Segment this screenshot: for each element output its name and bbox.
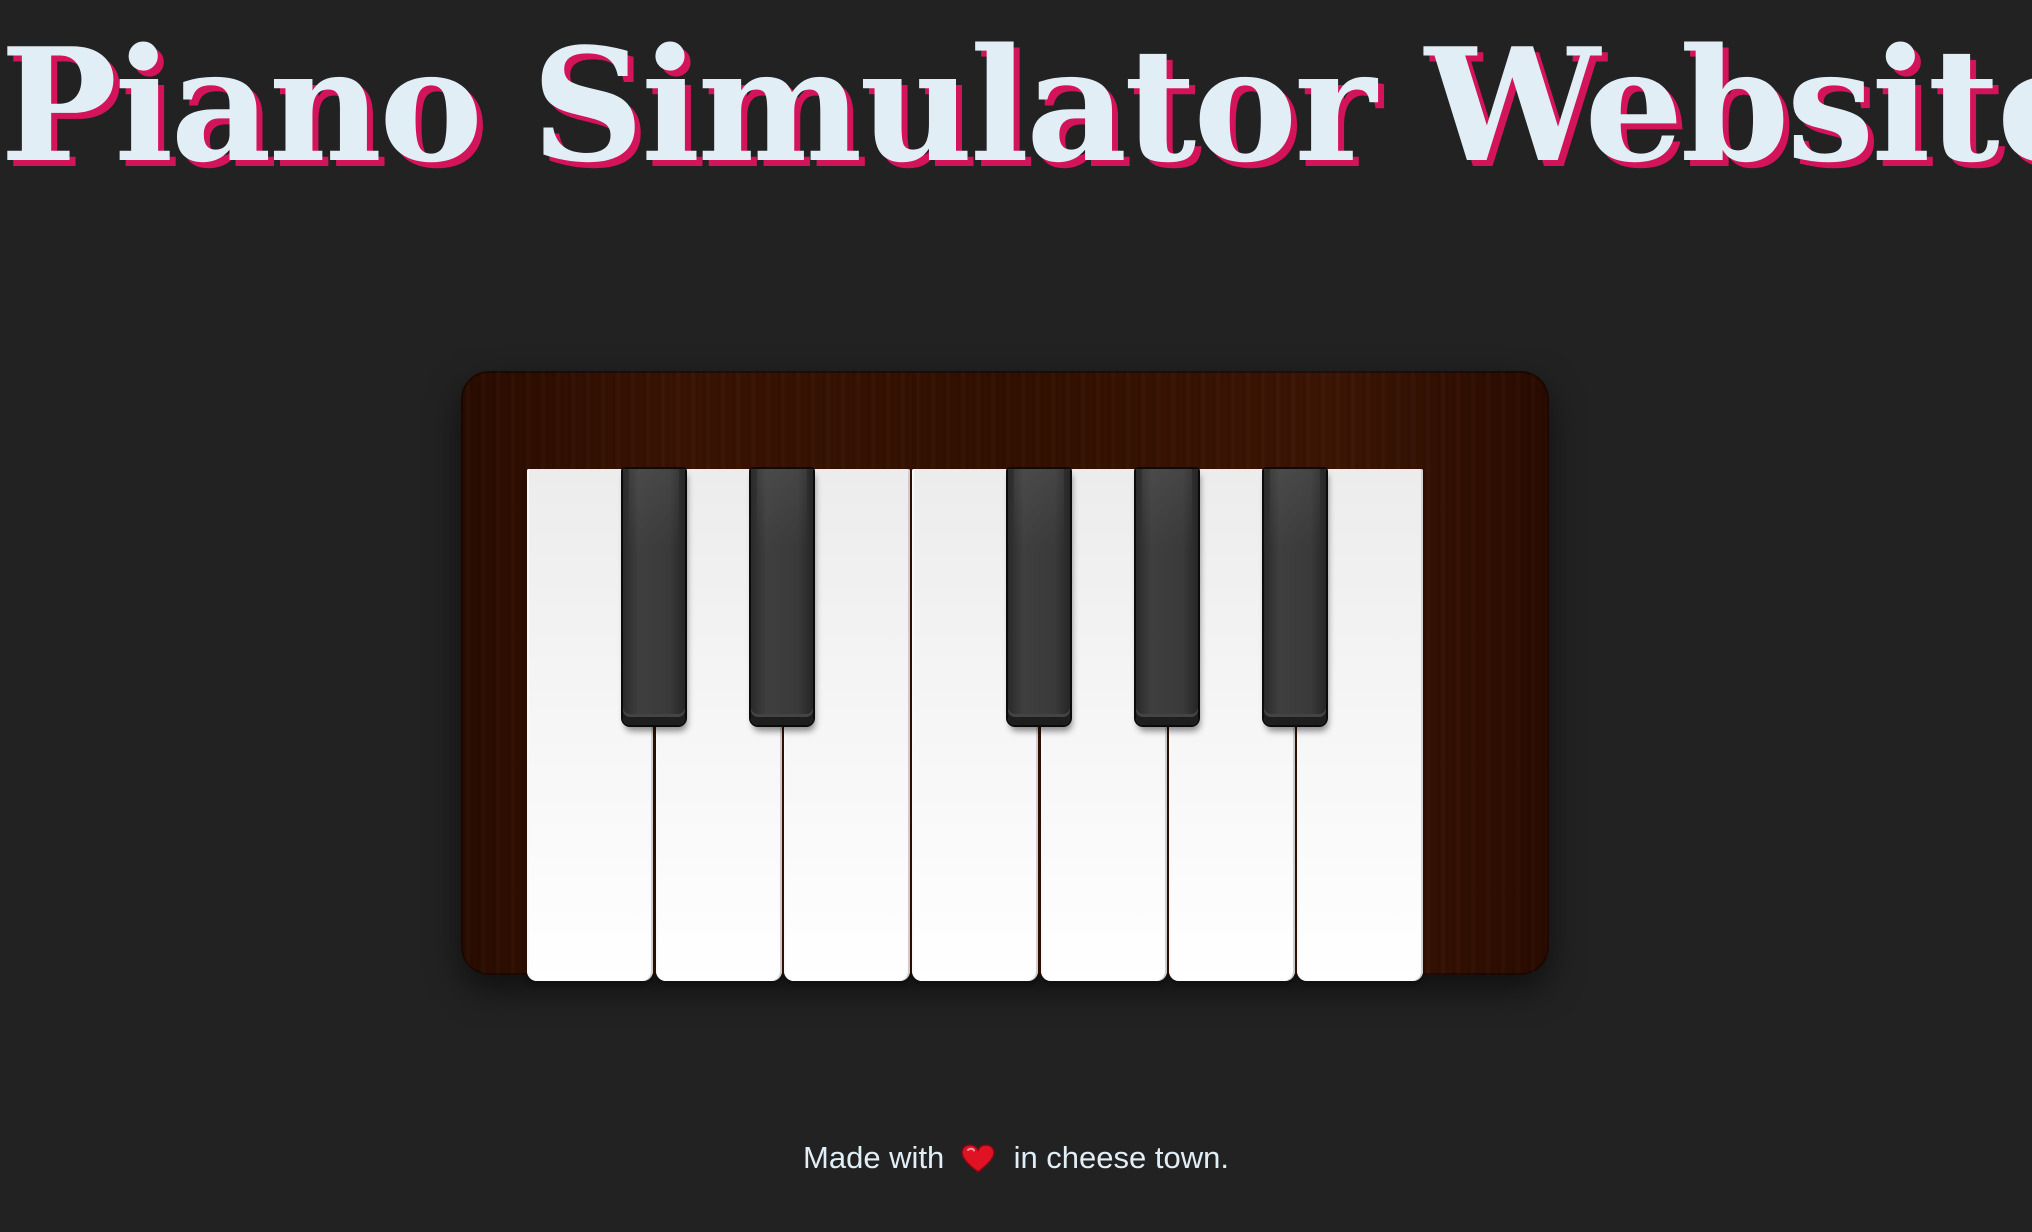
footer: Made with in cheese town. bbox=[0, 1136, 2032, 1186]
heart-icon bbox=[961, 1142, 995, 1186]
black-key-c-sharp[interactable] bbox=[623, 469, 685, 725]
footer-text-before: Made with bbox=[803, 1140, 945, 1175]
black-key-f-sharp[interactable] bbox=[1008, 469, 1070, 725]
black-key-d-sharp[interactable] bbox=[751, 469, 813, 725]
page-title: Piano Simulator Website bbox=[0, 14, 2032, 197]
black-key-a-sharp[interactable] bbox=[1264, 469, 1326, 725]
page: Piano Simulator Website Made with in che… bbox=[0, 0, 2032, 1232]
footer-text-after: in cheese town. bbox=[1013, 1140, 1229, 1175]
black-key-g-sharp[interactable] bbox=[1136, 469, 1198, 725]
